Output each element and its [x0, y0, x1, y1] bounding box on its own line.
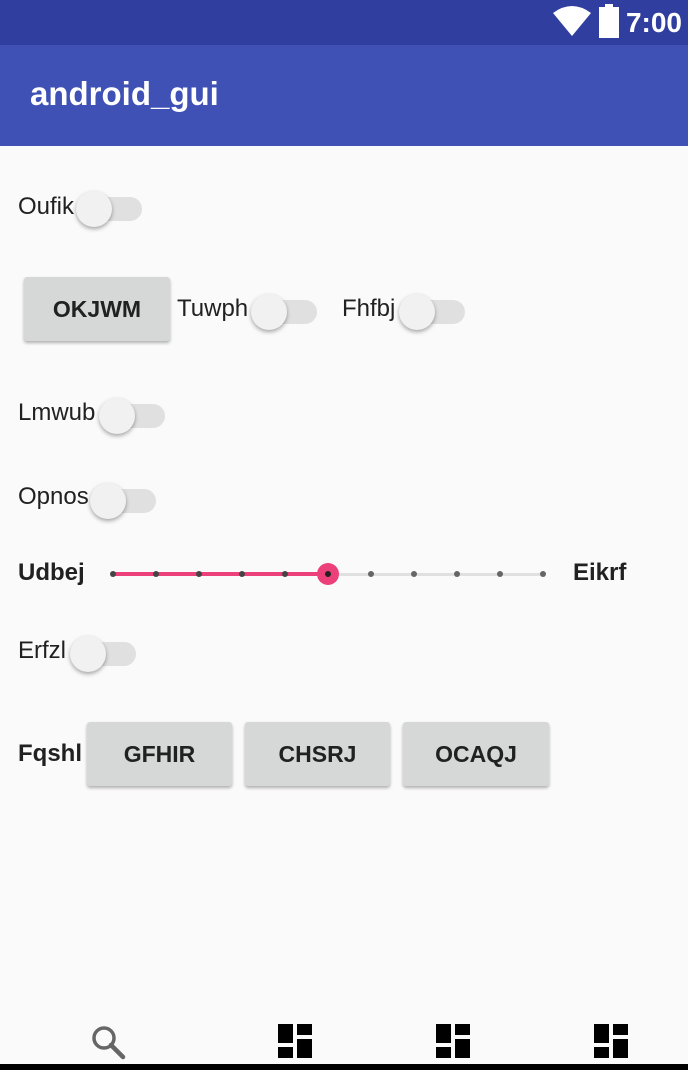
switch-thumb: [99, 398, 135, 434]
dashboard-icon: [436, 1024, 470, 1063]
nav-item-dashboard-3[interactable]: [586, 1024, 636, 1068]
opnos-label: Opnos: [18, 483, 89, 510]
lmwub-label: Lmwub: [18, 399, 96, 426]
nav-item-dashboard-1[interactable]: [270, 1024, 320, 1068]
opnos-switch[interactable]: [90, 477, 156, 519]
status-bar: 7:00: [0, 0, 688, 45]
slider-right-label: Eikrf: [573, 559, 627, 586]
oufik-switch[interactable]: [76, 185, 142, 227]
ocaqj-button[interactable]: OCAQJ: [403, 722, 549, 786]
dashboard-icon: [278, 1024, 312, 1063]
slider-left-label: Udbej: [18, 559, 85, 586]
slider-tick: [282, 571, 288, 577]
switch-thumb: [399, 294, 435, 330]
dashboard-icon: [594, 1024, 628, 1063]
status-time: 7:00: [625, 7, 682, 38]
slider-tick: [196, 571, 202, 577]
slider-thumb[interactable]: [317, 563, 339, 585]
nav-bar-bottom: [0, 1064, 688, 1070]
switch-thumb: [70, 636, 106, 672]
app-title: android_gui: [30, 75, 219, 112]
switch-thumb: [251, 294, 287, 330]
switch-thumb: [90, 483, 126, 519]
battery-icon: [598, 3, 620, 43]
nav-item-dashboard-2[interactable]: [428, 1024, 478, 1068]
chsrj-button[interactable]: CHSRJ: [245, 722, 390, 786]
app-bar: android_gui: [0, 45, 688, 146]
gfhir-button[interactable]: GFHIR: [87, 722, 232, 786]
search-icon: [90, 1024, 126, 1065]
fhfbj-label: Fhfbj: [342, 295, 396, 322]
slider-tick: [540, 571, 546, 577]
okjwm-button[interactable]: OKJWM: [24, 277, 170, 341]
slider-tick: [454, 571, 460, 577]
fhfbj-switch[interactable]: [399, 288, 465, 330]
slider-tick: [239, 571, 245, 577]
status-icons: 7:00: [552, 3, 682, 43]
switch-thumb: [76, 191, 112, 227]
fqshl-label: Fqshl: [18, 740, 82, 767]
lmwub-switch[interactable]: [99, 392, 165, 434]
slider-tick: [110, 571, 116, 577]
wifi-icon: [552, 5, 592, 42]
slider-tick: [497, 571, 503, 577]
slider-tick: [153, 571, 159, 577]
nav-item-search[interactable]: [83, 1024, 133, 1068]
tuwph-label: Tuwph: [177, 295, 249, 322]
oufik-label: Oufik: [18, 193, 75, 220]
slider-tick: [411, 571, 417, 577]
erfzl-label: Erfzl: [18, 637, 66, 664]
bottom-nav: [0, 1010, 688, 1070]
udbej-slider[interactable]: [96, 556, 562, 592]
slider-tick: [368, 571, 374, 577]
erfzl-switch[interactable]: [70, 630, 136, 672]
slider-fill: [113, 572, 328, 576]
tuwph-switch[interactable]: [251, 288, 317, 330]
